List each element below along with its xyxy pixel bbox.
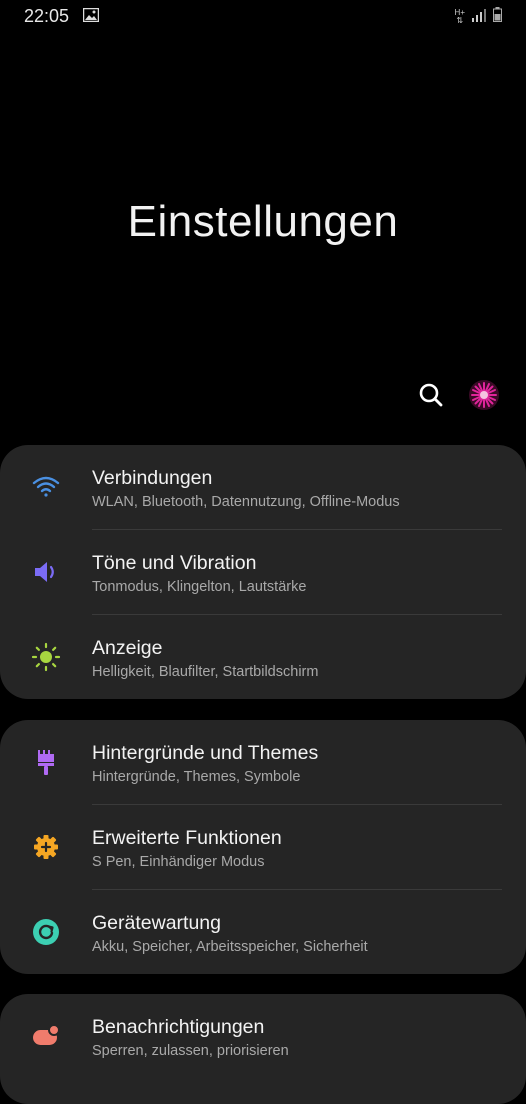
device-care-icon [31,917,61,947]
paintbrush-icon [31,747,61,777]
settings-group-3: Benachrichtigungen Sperren, zulassen, pr… [0,994,526,1104]
settings-item-geraetewartung[interactable]: Gerätewartung Akku, Speicher, Arbeitsspe… [0,890,526,974]
item-title: Verbindungen [92,467,213,489]
item-subtitle: Sperren, zulassen, priorisieren [92,1043,289,1059]
item-subtitle: WLAN, Bluetooth, Datennutzung, Offline-M… [92,494,400,510]
item-subtitle: Hintergründe, Themes, Symbole [92,769,301,785]
account-avatar[interactable] [468,379,500,411]
status-icons: H+ ⇅ [455,7,502,27]
signal-icon [471,8,487,27]
item-title: Töne und Vibration [92,552,257,574]
status-bar: 22:05 H+ ⇅ [0,0,526,32]
item-subtitle: Helligkeit, Blaufilter, Startbildschirm [92,664,319,680]
settings-item-verbindungen[interactable]: Verbindungen WLAN, Bluetooth, Datennutzu… [0,445,526,530]
item-title: Hintergründe und Themes [92,742,319,764]
item-subtitle: Tonmodus, Klingelton, Lautstärke [92,579,307,595]
settings-group-2: Hintergründe und Themes Hintergründe, Th… [0,720,526,974]
item-title: Erweiterte Funktionen [92,827,282,849]
settings-item-themes[interactable]: Hintergründe und Themes Hintergründe, Th… [0,720,526,805]
battery-icon [493,7,502,27]
search-icon [419,383,443,407]
notification-icon [31,1021,61,1051]
settings-item-benachrichtigungen[interactable]: Benachrichtigungen Sperren, zulassen, pr… [0,994,526,1079]
settings-item-anzeige[interactable]: Anzeige Helligkeit, Blaufilter, Startbil… [0,615,526,699]
item-subtitle: S Pen, Einhändiger Modus [92,854,265,870]
status-time: 22:05 [24,6,70,26]
settings-item-toene[interactable]: Töne und Vibration Tonmodus, Klingelton,… [0,530,526,615]
item-title: Benachrichtigungen [92,1016,265,1038]
brightness-icon [31,642,61,672]
search-button[interactable] [416,380,446,410]
item-subtitle: Akku, Speicher, Arbeitsspeicher, Sicherh… [92,939,368,955]
gear-plus-icon [31,832,61,862]
gallery-notification-icon [82,7,100,23]
page-title: Einstellungen [127,197,399,246]
settings-group-1: Verbindungen WLAN, Bluetooth, Datennutzu… [0,445,526,699]
item-title: Anzeige [92,637,163,659]
wifi-icon [31,472,61,502]
item-title: Gerätewartung [92,912,221,934]
settings-item-erweiterte-funktionen[interactable]: Erweiterte Funktionen S Pen, Einhändiger… [0,805,526,890]
avatar-icon [469,380,499,410]
volume-icon [31,557,61,587]
network-type-icon: H+ ⇅ [454,8,465,25]
